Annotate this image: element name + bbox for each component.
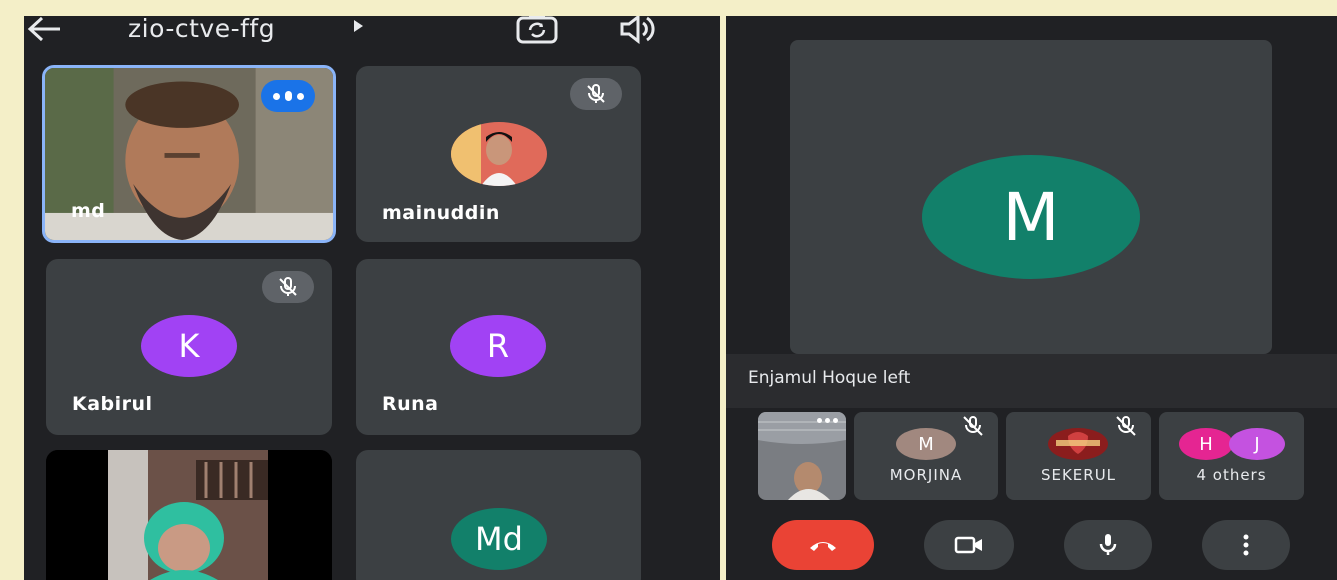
- participant-name: Kabirul: [72, 393, 153, 415]
- camera-icon: [954, 536, 982, 554]
- participant-name: Runa: [382, 393, 439, 415]
- back-arrow-icon[interactable]: [26, 16, 62, 42]
- participant-video: [758, 412, 846, 500]
- participant-name: MORJINA: [889, 466, 963, 484]
- more-options-button[interactable]: [1202, 520, 1290, 570]
- avatar-j: J: [1229, 428, 1285, 460]
- participant-strip: M MORJINA SEKERUL H J 4 others: [726, 408, 1337, 580]
- meeting-grid-screen: zio-ctve-ffg md mainuddin K Kabirul R Ru…: [24, 16, 720, 580]
- participant-left-notice: Enjamul Hoque left: [726, 354, 1337, 408]
- mic-off-icon: [963, 416, 983, 436]
- mic-off-icon: [1116, 416, 1136, 436]
- meeting-speaker-screen: M Enjamul Hoque left M MORJINA SEKERUL H…: [726, 16, 1337, 580]
- participant-tile-mainuddin[interactable]: mainuddin: [356, 66, 641, 242]
- mic-off-icon: [570, 78, 622, 110]
- avatar: [1048, 428, 1108, 460]
- dropdown-arrow-icon[interactable]: [352, 19, 364, 33]
- meeting-code[interactable]: zio-ctve-ffg: [128, 16, 275, 43]
- mic-button[interactable]: [1064, 520, 1152, 570]
- more-dots-icon[interactable]: [817, 418, 838, 423]
- avatar: K: [141, 315, 237, 377]
- self-video-thumbnail[interactable]: [758, 412, 846, 500]
- camera-button[interactable]: [924, 520, 1014, 570]
- speaking-indicator-icon: [261, 80, 315, 112]
- participant-tile-md-avatar[interactable]: Md: [356, 450, 641, 580]
- mic-off-icon: [262, 271, 314, 303]
- speaker-icon[interactable]: [618, 16, 656, 44]
- avatar: M: [896, 428, 956, 460]
- participant-video: [46, 450, 332, 580]
- more-vert-icon: [1243, 534, 1249, 556]
- participant-thumb-morjina[interactable]: M MORJINA: [854, 412, 998, 500]
- participant-tile-runa[interactable]: R Runa: [356, 259, 641, 435]
- participant-name: 4 others: [1196, 466, 1267, 484]
- participant-name: md: [71, 200, 106, 222]
- notice-text: Enjamul Hoque left: [748, 368, 911, 388]
- main-speaker-tile[interactable]: M: [790, 40, 1272, 354]
- participant-tile-kabirul[interactable]: K Kabirul: [46, 259, 332, 435]
- avatar: Md: [451, 508, 547, 570]
- avatar-h: H: [1179, 428, 1233, 460]
- end-call-button[interactable]: [772, 520, 874, 570]
- switch-camera-icon[interactable]: [514, 16, 560, 44]
- main-speaker-avatar: M: [922, 155, 1140, 279]
- avatar: [451, 122, 547, 186]
- participant-thumb-sekerul[interactable]: SEKERUL: [1006, 412, 1151, 500]
- mic-icon: [1099, 534, 1117, 555]
- participant-tile-md[interactable]: md: [42, 65, 336, 243]
- participant-name: SEKERUL: [1040, 466, 1117, 484]
- end-call-icon: [810, 542, 836, 551]
- top-bar: zio-ctve-ffg: [24, 16, 720, 64]
- participant-name: mainuddin: [382, 202, 500, 224]
- avatar: R: [450, 315, 546, 377]
- participant-thumb-others[interactable]: H J 4 others: [1159, 412, 1304, 500]
- participant-tile-video[interactable]: [46, 450, 332, 580]
